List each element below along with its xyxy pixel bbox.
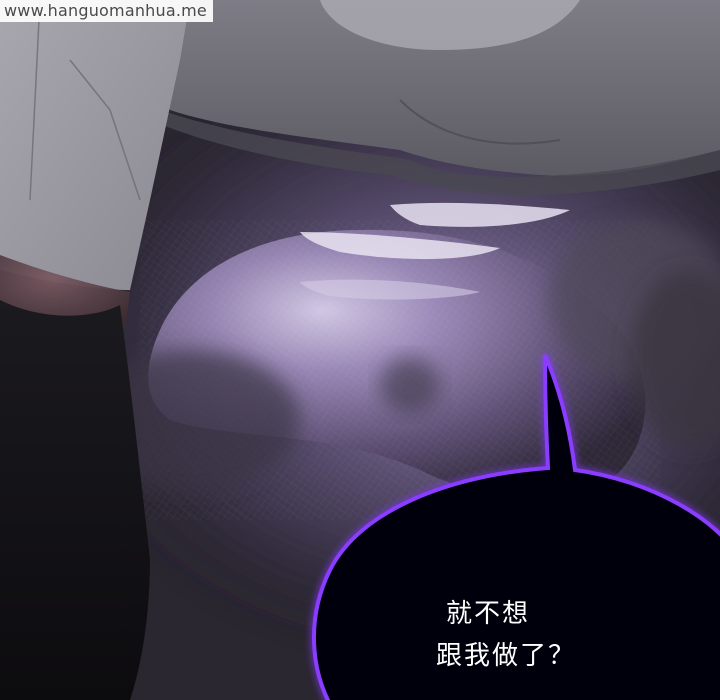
speech-text: 就不想 跟我做了？: [420, 593, 620, 677]
dark-spot: [380, 357, 440, 413]
watermark-banner: www.hanguomanhua.me: [0, 0, 213, 22]
speech-line-2: 跟我做了？: [436, 641, 577, 671]
comic-panel: www.hanguomanhua.me 就不想 跟我做了？: [0, 0, 720, 700]
speech-line-1: 就不想: [446, 599, 531, 629]
